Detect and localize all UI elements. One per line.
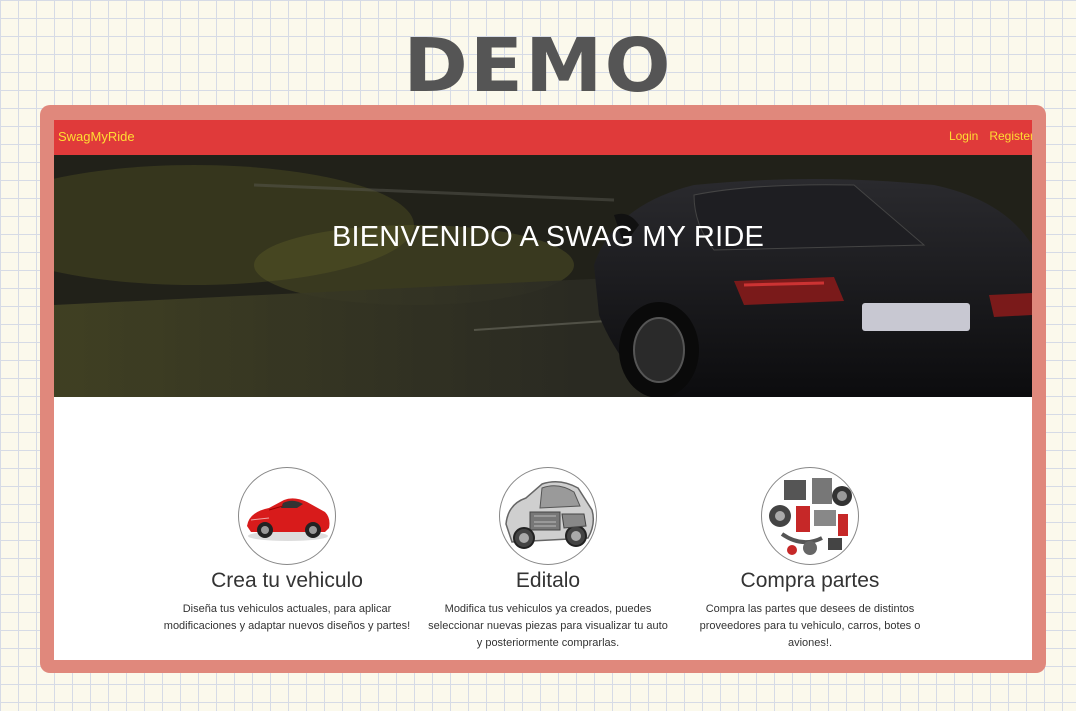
demo-label: DEMO (403, 23, 673, 109)
hero-title: BIENVENIDO A SWAG MY RIDE (331, 221, 765, 253)
features-section: Crea tu vehiculo Diseña tus vehiculos ac… (54, 397, 1032, 660)
red-sports-car-image (238, 467, 336, 565)
login-link[interactable]: Login (949, 129, 978, 143)
car-parts-image (761, 467, 859, 565)
car-xray-image (499, 467, 597, 565)
feature-title: Crea tu vehiculo (211, 569, 363, 592)
feature-edit: Editalo Modifica tus vehiculos ya creado… (418, 467, 678, 652)
hero-banner: BIENVENIDO A SWAG MY RIDE (54, 155, 1032, 397)
feature-description: Diseña tus vehiculos actuales, para apli… (163, 603, 411, 632)
feature-description: Compra las partes que desees de distinto… (699, 603, 921, 649)
feature-create: Crea tu vehiculo Diseña tus vehiculos ac… (157, 467, 417, 635)
navbar: SwagMyRide Login Register (54, 120, 1032, 155)
feature-buy-parts: Compra partes Compra las partes que dese… (680, 467, 940, 652)
feature-title: Editalo (515, 569, 581, 592)
nav-links: Login Register (949, 129, 1032, 143)
hero-car-image (54, 155, 1032, 397)
feature-description: Modifica tus vehiculos ya creados, puede… (428, 603, 668, 649)
register-link[interactable]: Register (989, 129, 1032, 143)
feature-title: Compra partes (740, 569, 880, 592)
web-page: SwagMyRide Login Register BIENVENIDO A S… (54, 120, 1032, 660)
brand-link[interactable]: SwagMyRide (58, 129, 135, 144)
